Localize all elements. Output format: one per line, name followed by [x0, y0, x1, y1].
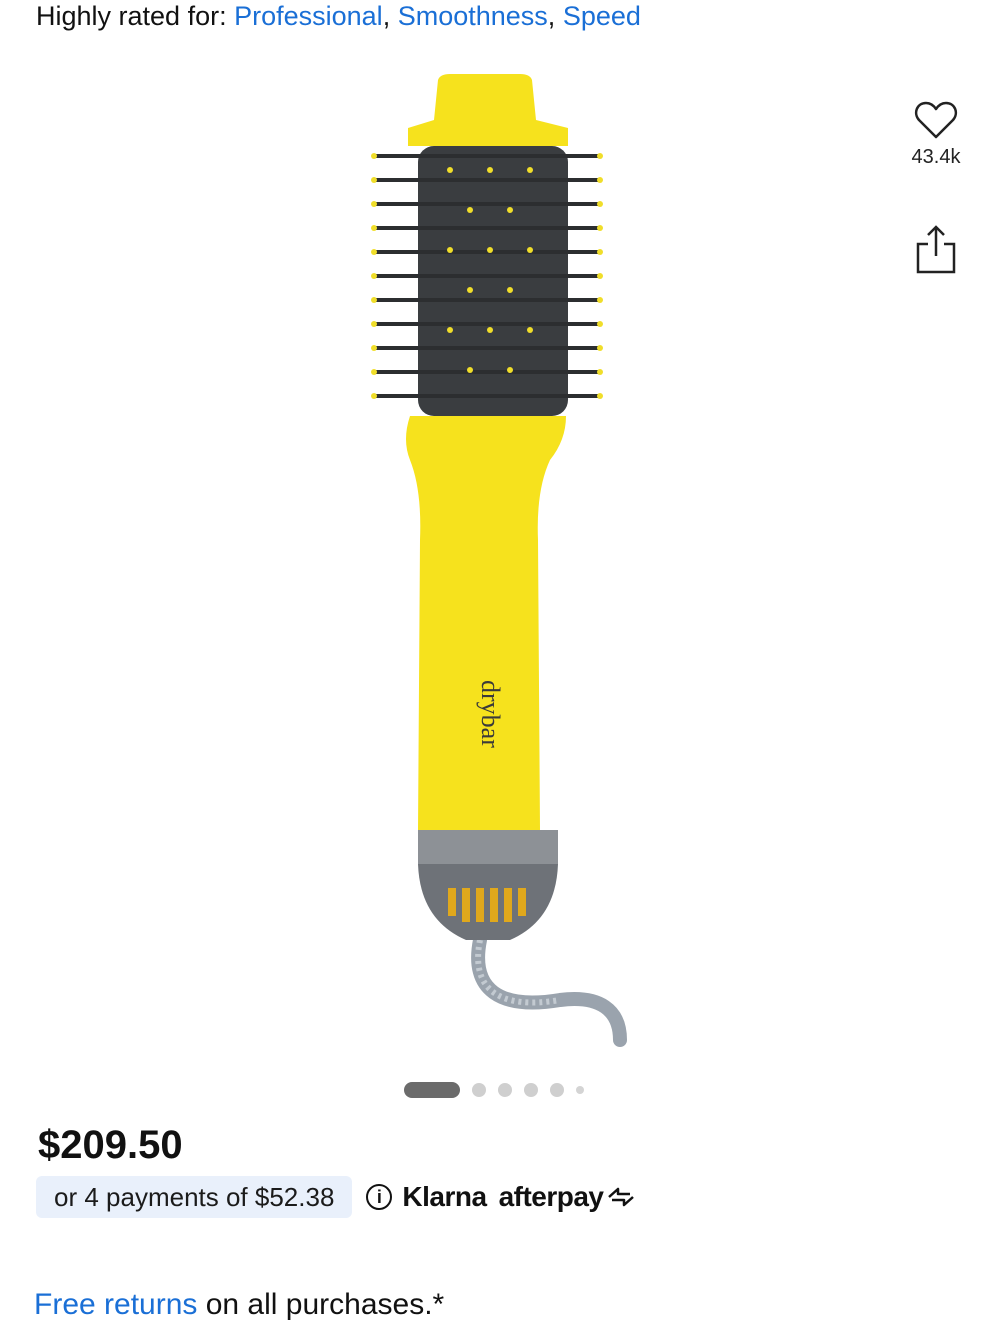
highly-rated-prefix: Highly rated for:	[36, 1, 235, 31]
carousel-dot-1[interactable]	[404, 1082, 460, 1098]
carousel-dot-5[interactable]	[550, 1083, 564, 1097]
installment-text[interactable]: or 4 payments of $52.38	[36, 1176, 353, 1218]
carousel-dot-6[interactable]	[576, 1086, 584, 1094]
carousel-dot-2[interactable]	[472, 1083, 486, 1097]
heart-outline-icon	[914, 101, 958, 139]
afterpay-arrows-icon	[607, 1187, 634, 1207]
share-button[interactable]	[910, 222, 962, 278]
returns-text: on all purchases.*	[197, 1288, 445, 1321]
highly-rated-line: Highly rated for: Professional, Smoothne…	[36, 1, 641, 31]
product-image[interactable]: drybar	[330, 60, 660, 1060]
carousel-indicator[interactable]	[404, 1080, 584, 1100]
favorite-count: 43.4k	[911, 146, 961, 168]
rated-tag-professional[interactable]: Professional	[234, 1, 383, 31]
returns-note: Free returns on all purchases.*	[34, 1284, 444, 1326]
favorite-button[interactable]: 43.4k	[896, 100, 976, 169]
carousel-dot-4[interactable]	[524, 1083, 538, 1097]
free-returns-link[interactable]: Free returns	[34, 1288, 197, 1321]
rated-tag-smoothness[interactable]: Smoothness	[398, 1, 548, 31]
afterpay-logo: afterpay	[499, 1181, 636, 1213]
klarna-logo: Klarna	[402, 1181, 487, 1212]
share-icon	[916, 225, 956, 274]
payment-options: or 4 payments of $52.38 i Klarna afterpa…	[36, 1176, 636, 1218]
carousel-dot-3[interactable]	[498, 1083, 512, 1097]
info-circle-icon[interactable]: i	[366, 1184, 393, 1210]
rated-tag-speed[interactable]: Speed	[563, 1, 641, 31]
brand-mark: drybar	[476, 680, 505, 748]
product-price: $209.50	[38, 1123, 183, 1167]
